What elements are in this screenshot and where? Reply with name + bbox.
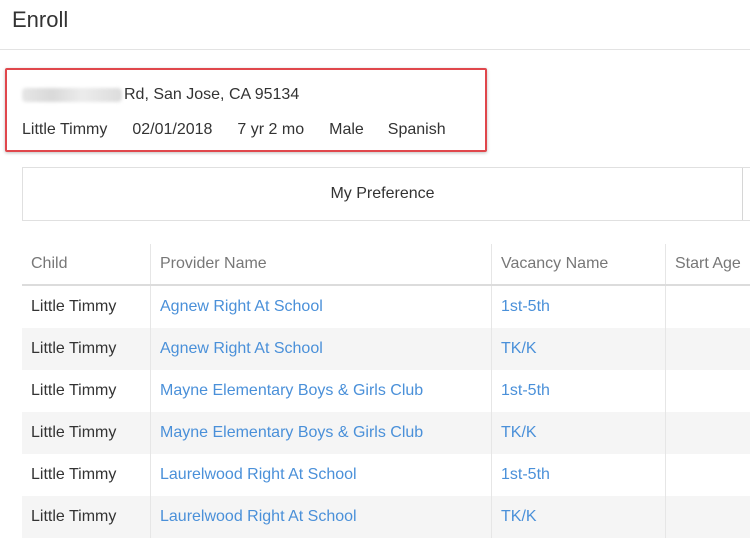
tab-bar: My Preference (22, 167, 750, 221)
table-row: Little Timmy Agnew Right At School TK/K (22, 328, 750, 370)
vacancy-link[interactable]: 1st-5th (491, 454, 665, 496)
provider-link[interactable]: Agnew Right At School (150, 328, 491, 370)
column-header-start-age[interactable]: Start Age (665, 244, 750, 284)
cell-child: Little Timmy (31, 340, 117, 357)
cell-child: Little Timmy (31, 298, 117, 315)
table-row: Little Timmy Mayne Elementary Boys & Gir… (22, 370, 750, 412)
child-age: 7 yr 2 mo (237, 121, 305, 138)
table-header: Child Provider Name Vacancy Name Start A… (22, 244, 750, 286)
column-header-child[interactable]: Child (22, 244, 150, 284)
cell-start-age (665, 454, 750, 496)
column-header-vacancy[interactable]: Vacancy Name (491, 244, 665, 284)
cell-child: Little Timmy (31, 424, 117, 441)
cell-start-age (665, 496, 750, 538)
cell-start-age (665, 412, 750, 454)
provider-link[interactable]: Laurelwood Right At School (150, 454, 491, 496)
table-row: Little Timmy Laurelwood Right At School … (22, 496, 750, 538)
cell-child: Little Timmy (31, 508, 117, 525)
column-header-provider[interactable]: Provider Name (150, 244, 491, 284)
page-header: Enroll (0, 0, 750, 50)
child-name: Little Timmy (22, 121, 108, 138)
cell-start-age (665, 328, 750, 370)
vacancy-link[interactable]: 1st-5th (491, 370, 665, 412)
vacancy-link[interactable]: TK/K (491, 496, 665, 538)
redacted-street-number (22, 88, 122, 102)
vacancy-link[interactable]: 1st-5th (491, 286, 665, 328)
cell-child: Little Timmy (31, 382, 117, 399)
child-dob: 02/01/2018 (132, 121, 213, 138)
table-row: Little Timmy Agnew Right At School 1st-5… (22, 286, 750, 328)
tab-my-preference[interactable]: My Preference (23, 168, 743, 220)
page-title: Enroll (12, 7, 69, 32)
cell-child: Little Timmy (31, 466, 117, 483)
child-details: Little Timmy 02/01/2018 7 yr 2 mo Male S… (22, 121, 446, 139)
provider-link[interactable]: Mayne Elementary Boys & Girls Club (150, 370, 491, 412)
table-row: Little Timmy Mayne Elementary Boys & Gir… (22, 412, 750, 454)
table-row: Little Timmy Laurelwood Right At School … (22, 454, 750, 496)
table-body: Little Timmy Agnew Right At School 1st-5… (22, 286, 750, 538)
cell-start-age (665, 370, 750, 412)
address-text: Rd, San Jose, CA 95134 (124, 86, 300, 103)
child-language: Spanish (387, 121, 446, 138)
vacancy-link[interactable]: TK/K (491, 328, 665, 370)
enrollment-table: Child Provider Name Vacancy Name Start A… (22, 244, 750, 538)
provider-link[interactable]: Agnew Right At School (150, 286, 491, 328)
address-line: Rd, San Jose, CA 95134 (22, 86, 299, 104)
child-info-card: Rd, San Jose, CA 95134 Little Timmy 02/0… (5, 68, 487, 152)
provider-link[interactable]: Laurelwood Right At School (150, 496, 491, 538)
provider-link[interactable]: Mayne Elementary Boys & Girls Club (150, 412, 491, 454)
cell-start-age (665, 286, 750, 328)
child-gender: Male (329, 121, 364, 138)
vacancy-link[interactable]: TK/K (491, 412, 665, 454)
